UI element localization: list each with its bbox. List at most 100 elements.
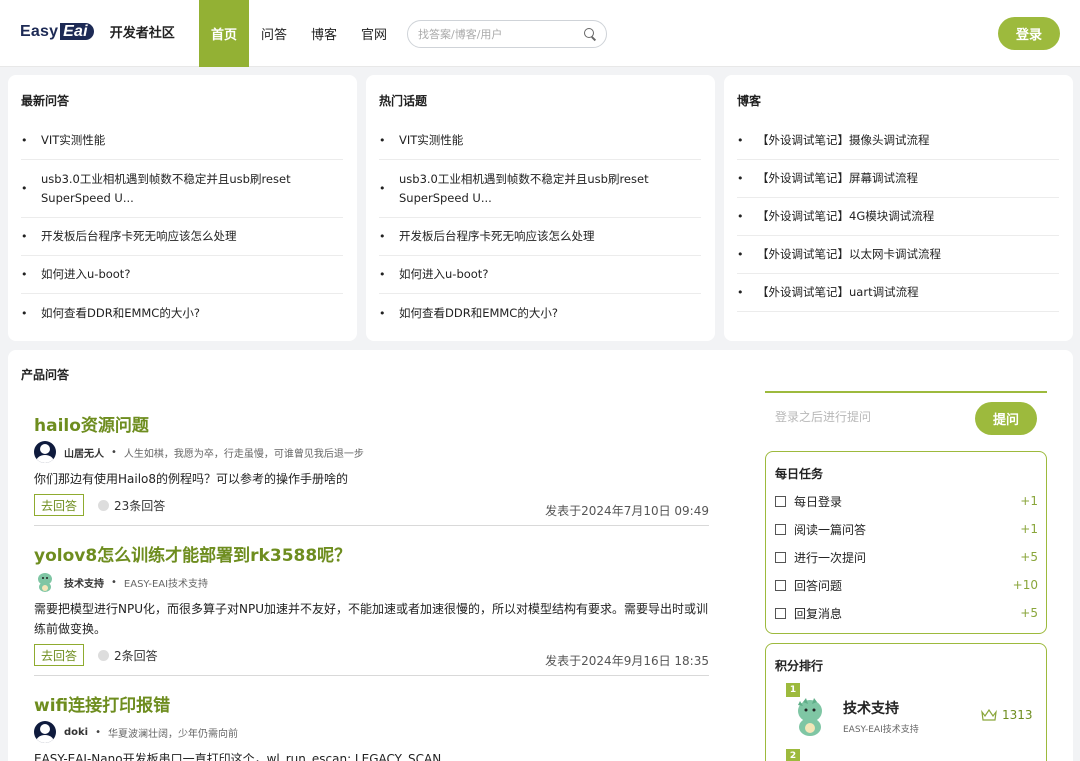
nav-blog[interactable]: 博客 (299, 0, 349, 67)
post-date: 发表于2024年7月10日 09:49 (545, 504, 709, 518)
dino-avatar-icon[interactable] (792, 697, 828, 737)
author-motto: 人生如棋，我愿为卒，行走虽慢，可谁曾见我后退一步 (123, 448, 364, 460)
author-motto: 华夏波澜壮阔，少年仍需向前 (108, 728, 239, 740)
list-item[interactable]: 【外设调试笔记】屏幕调试流程 (737, 160, 1059, 198)
search-box (407, 20, 607, 48)
list-item[interactable]: 开发板后台程序卡死无响应该怎么处理 (379, 218, 701, 256)
answer-button[interactable]: 去回答 (34, 644, 85, 666)
logo-part1: Easy (20, 22, 59, 40)
site-name: 开发者社区 (109, 26, 175, 41)
author-motto: EASY-EAI技术支持 (123, 578, 209, 590)
list-item[interactable]: 【外设调试笔记】摄像头调试流程 (737, 122, 1059, 160)
task-checkbox[interactable] (775, 495, 786, 507)
card-title: 热门话题 (379, 94, 428, 108)
list-item[interactable]: usb3.0工业相机遇到帧数不稳定并且usb刷reset SuperSpeed … (379, 160, 701, 218)
search-icon[interactable] (584, 28, 596, 40)
list-item[interactable]: 【外设调试笔记】4G模块调试流程 (737, 198, 1059, 236)
task-points: +5 (1020, 550, 1038, 564)
answer-count[interactable]: 2条回答 (98, 644, 158, 666)
meta-separator: • (111, 446, 117, 458)
task-label: 回复消息 (794, 606, 843, 621)
list-item[interactable]: 如何查看DDR和EMMC的大小? (21, 294, 343, 332)
task-item[interactable]: 回答问题 +10 (775, 575, 1038, 595)
task-item[interactable]: 每日登录 +1 (775, 491, 1038, 511)
list-item[interactable]: 【外设调试笔记】以太网卡调试流程 (737, 236, 1059, 274)
task-item[interactable]: 回复消息 +5 (775, 603, 1038, 623)
crown-icon (981, 709, 997, 721)
card-title: 博客 (737, 94, 762, 108)
rank-user-name[interactable]: 技术支持 (843, 698, 899, 718)
list-item[interactable]: VIT实测性能 (21, 122, 343, 160)
list-item[interactable]: usb3.0工业相机遇到帧数不稳定并且usb刷reset SuperSpeed … (21, 160, 343, 218)
question-item: wifi连接打印报错 doki • 华夏波澜壮阔，少年仍需向前 EASY-EAI… (34, 691, 709, 761)
task-label: 每日登录 (794, 494, 843, 509)
rank-score: 1313 (981, 708, 1033, 722)
meta-separator: • (95, 726, 102, 738)
task-checkbox[interactable] (775, 523, 786, 535)
author-name[interactable]: 技术支持 (64, 575, 104, 590)
post-date: 发表于2024年9月16日 18:35 (545, 654, 709, 668)
answer-button[interactable]: 去回答 (34, 494, 85, 516)
hot-topics-list: VIT实测性能 usb3.0工业相机遇到帧数不稳定并且usb刷reset Sup… (379, 122, 701, 332)
user-avatar-icon[interactable] (34, 441, 56, 463)
answer-count-text: 2条回答 (114, 648, 158, 663)
question-item: hailo资源问题 山居无人 • 人生如棋，我愿为卒，行走虽慢，可谁曾见我后退一… (34, 411, 709, 526)
main-nav: 首页 问答 博客 官网 (199, 0, 399, 67)
list-item[interactable]: 如何查看DDR和EMMC的大小? (379, 294, 701, 332)
ask-input[interactable] (765, 393, 960, 441)
task-checkbox[interactable] (775, 607, 786, 619)
question-body[interactable]: EASY-EAI-Nano开发板串口一直打印这个，wl_run_escan: L… (34, 749, 709, 761)
logo-mark: Easy Eai (20, 22, 94, 41)
nav-home[interactable]: 首页 (199, 0, 250, 67)
question-meta: doki • 华夏波澜壮阔，少年仍需向前 (34, 721, 709, 743)
author-name[interactable]: doki (64, 727, 88, 738)
task-checkbox[interactable] (775, 551, 786, 563)
task-label: 回答问题 (794, 578, 843, 593)
question-title[interactable]: hailo资源问题 (34, 411, 709, 436)
user-avatar-icon[interactable] (34, 721, 56, 743)
latest-qa-list: VIT实测性能 usb3.0工业相机遇到帧数不稳定并且usb刷reset Sup… (21, 122, 343, 332)
nav-qa[interactable]: 问答 (249, 0, 299, 67)
nav-official[interactable]: 官网 (349, 0, 399, 67)
ask-button[interactable]: 提问 (975, 402, 1037, 435)
list-item[interactable]: 如何进入u-boot? (21, 256, 343, 294)
question-body[interactable]: 需要把模型进行NPU化，而很多算子对NPU加速并不友好，不能加速或者加速很慢的，… (34, 599, 709, 639)
answer-count-text: 23条回答 (114, 498, 166, 513)
logo-part2: Eai (60, 22, 94, 40)
question-item: yolov8怎么训练才能部署到rk3588呢？ 技术支持 • EASY-EAI技… (34, 541, 709, 676)
site-logo[interactable]: Easy Eai 开发者社区 (20, 22, 175, 41)
ask-box: 提问 (765, 391, 1047, 441)
question-body[interactable]: 你们那边有使用Hailo8的例程吗？可以参考的操作手册啥的 (34, 469, 709, 489)
task-item[interactable]: 阅读一篇问答 +1 (775, 519, 1038, 539)
question-footer: 去回答 23条回答 发表于2024年7月10日 09:49 (34, 491, 709, 525)
question-title[interactable]: wifi连接打印报错 (34, 691, 709, 716)
rank-badge: 1 (786, 683, 800, 697)
task-points: +10 (1012, 578, 1038, 592)
rank-user-motto: EASY-EAI技术支持 (843, 725, 919, 735)
author-name[interactable]: 山居无人 (64, 445, 104, 460)
task-checkbox[interactable] (775, 579, 786, 591)
blog-list: 【外设调试笔记】摄像头调试流程 【外设调试笔记】屏幕调试流程 【外设调试笔记】4… (737, 122, 1059, 312)
daily-tasks-panel: 每日任务 每日登录 +1 阅读一篇问答 +1 进行一次提问 +5 回答问题 +10 回复… (765, 451, 1047, 634)
panel-title: 每日任务 (775, 467, 824, 481)
dino-avatar-icon[interactable] (34, 571, 56, 593)
list-item[interactable]: 【外设调试笔记】uart调试流程 (737, 274, 1059, 312)
section-title: 产品问答 (21, 368, 70, 382)
rank-badge: 2 (786, 749, 800, 761)
search-input[interactable] (418, 27, 584, 41)
task-item[interactable]: 进行一次提问 +5 (775, 547, 1038, 567)
top-header: EasyEai 开发者社区 首页 问答 博客 官网 登录 (0, 0, 1080, 67)
list-item[interactable]: 开发板后台程序卡死无响应该怎么处理 (21, 218, 343, 256)
task-points: +5 (1020, 606, 1038, 620)
list-item[interactable]: 如何进入u-boot? (379, 256, 701, 294)
list-item[interactable]: VIT实测性能 (379, 122, 701, 160)
card-title: 最新问答 (21, 94, 70, 108)
task-label: 进行一次提问 (794, 550, 867, 565)
answer-count[interactable]: 23条回答 (98, 494, 165, 516)
task-label: 阅读一篇问答 (794, 522, 867, 537)
task-points: +1 (1020, 494, 1038, 508)
login-button[interactable]: 登录 (998, 17, 1060, 50)
panel-title: 积分排行 (775, 659, 824, 673)
comment-bubble-icon (98, 649, 109, 661)
question-title[interactable]: yolov8怎么训练才能部署到rk3588呢？ (34, 541, 709, 566)
